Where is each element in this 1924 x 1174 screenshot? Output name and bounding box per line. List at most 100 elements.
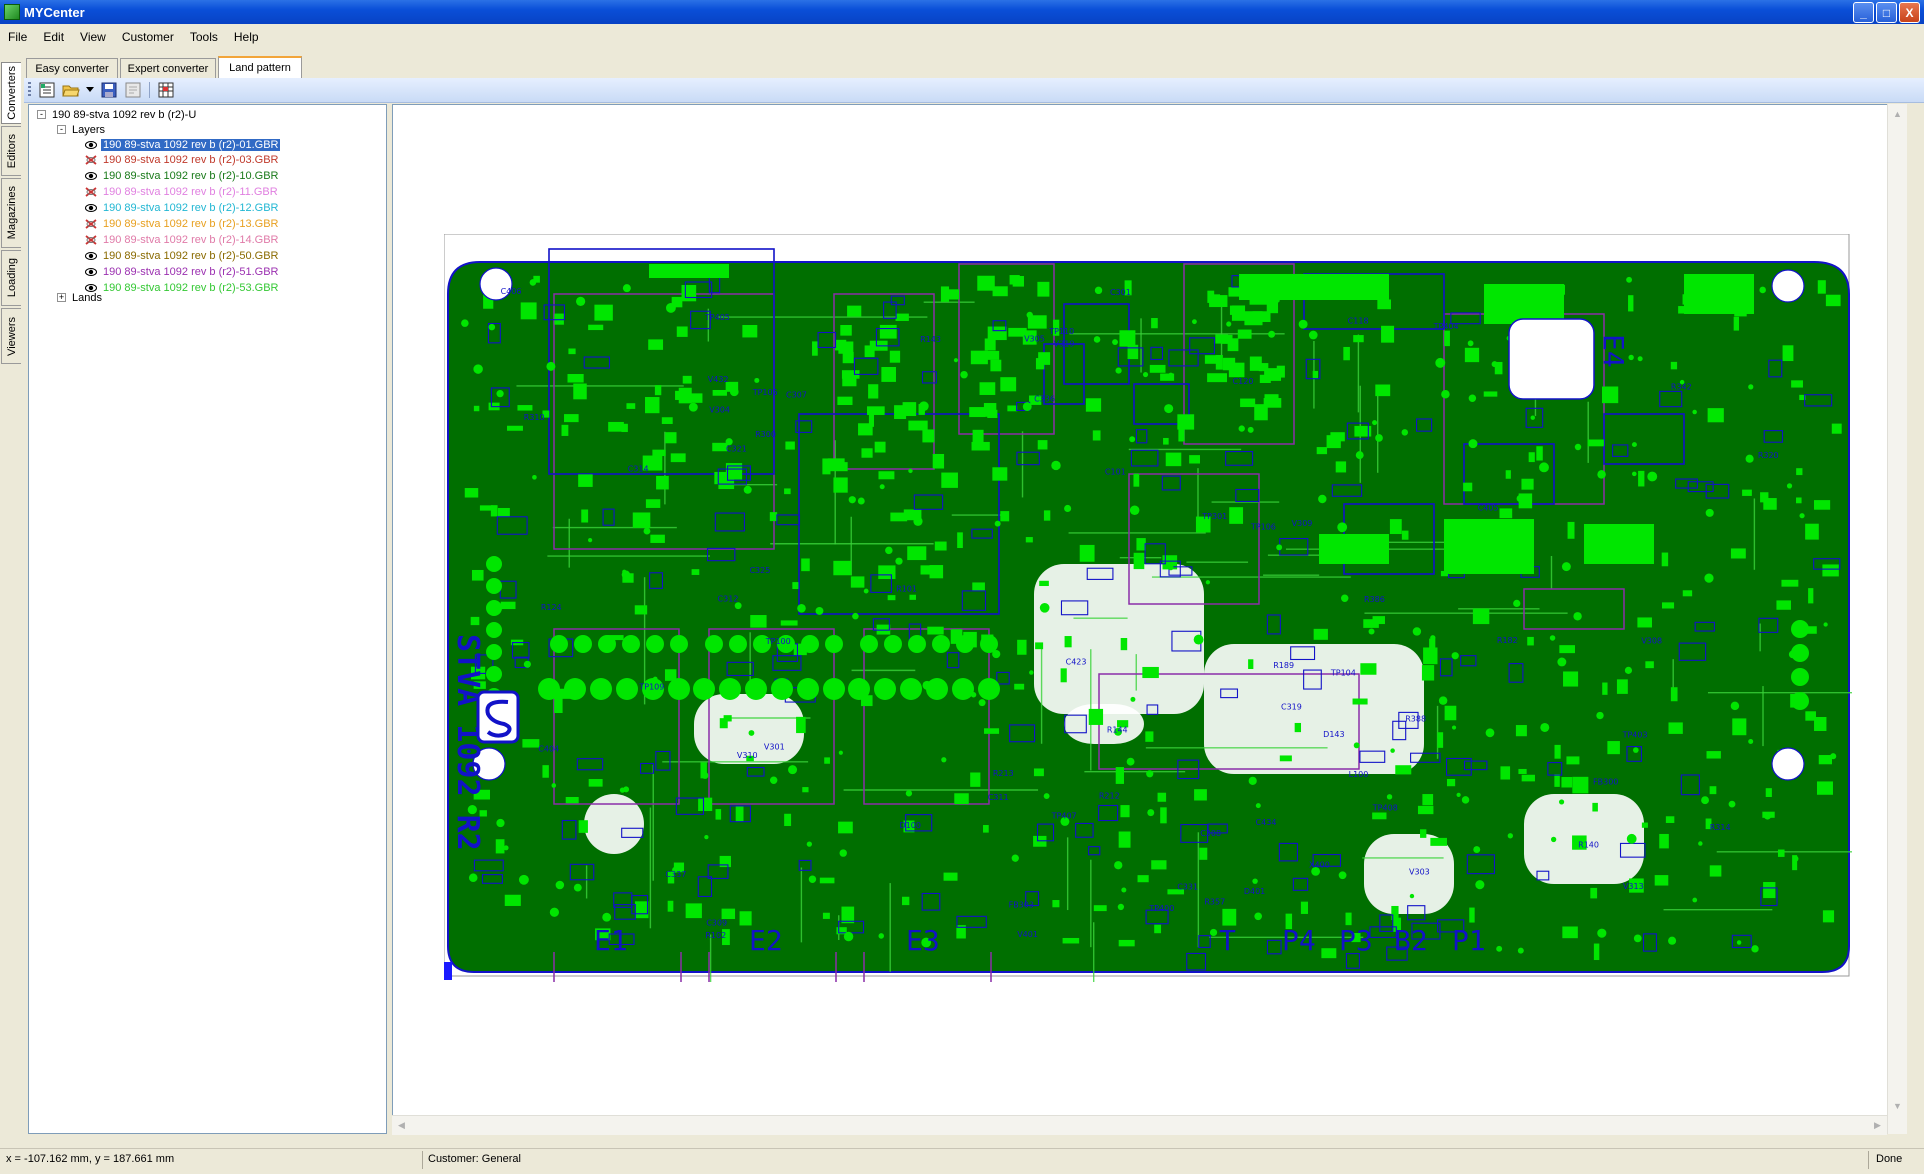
- tree-root-label[interactable]: 190 89-stva 1092 rev b (r2)-U: [50, 109, 198, 121]
- layer-name[interactable]: 190 89-stva 1092 rev b (r2)-53.GBR: [101, 282, 280, 294]
- layer-name[interactable]: 190 89-stva 1092 rev b (r2)-50.GBR: [101, 250, 280, 262]
- via: [602, 912, 612, 922]
- hidden-layer-icon[interactable]: [85, 187, 97, 198]
- via: [701, 772, 709, 779]
- eye-icon[interactable]: [85, 171, 97, 182]
- smd-pad: [1276, 365, 1285, 378]
- tree-layers-node[interactable]: - Layers: [57, 122, 107, 137]
- layer-item[interactable]: 190 89-stva 1092 rev b (r2)-10.GBR: [85, 169, 280, 184]
- menu-view[interactable]: View: [72, 26, 114, 48]
- smd-pad: [564, 414, 579, 423]
- pcb-drawing[interactable]: TP109 TP110 D100 R101 C101 R212 R213 TP405 TP404…: [444, 234, 1852, 982]
- tab-easy-converter[interactable]: Easy converter: [26, 58, 118, 78]
- via: [729, 387, 739, 397]
- vertical-scrollbar[interactable]: ▲ ▼: [1887, 104, 1907, 1134]
- minimize-button[interactable]: _: [1853, 2, 1874, 23]
- toolbar-grip[interactable]: [28, 82, 31, 98]
- layer-item[interactable]: 190 89-stva 1092 rev b (r2)-01.GBR: [85, 137, 281, 152]
- dropdown-arrow-icon[interactable]: [85, 81, 95, 99]
- smd-pad: [1661, 552, 1669, 567]
- menu-help[interactable]: Help: [226, 26, 267, 48]
- side-tab-loading[interactable]: Loading: [1, 250, 21, 306]
- refdes-label: C314: [628, 464, 649, 473]
- smd-pad: [1035, 642, 1044, 650]
- refdes-label: TP106: [1250, 523, 1276, 532]
- layer-item[interactable]: 190 89-stva 1092 rev b (r2)-53.GBR: [85, 280, 280, 295]
- close-button[interactable]: X: [1899, 2, 1920, 23]
- layers-label[interactable]: Layers: [70, 124, 107, 136]
- scroll-left-icon[interactable]: ◀: [393, 1117, 410, 1134]
- header-pin: [874, 678, 896, 700]
- refdes-label: R182: [1497, 636, 1518, 645]
- via: [797, 604, 806, 613]
- eye-icon[interactable]: [85, 266, 97, 277]
- layer-item[interactable]: 190 89-stva 1092 rev b (r2)-14.GBR: [85, 232, 280, 247]
- header-pin: [550, 635, 568, 653]
- smd-pad: [1645, 661, 1654, 669]
- side-tab-converters[interactable]: Converters: [1, 62, 21, 124]
- via: [551, 783, 557, 788]
- tab-expert-converter[interactable]: Expert converter: [120, 58, 216, 78]
- scroll-down-icon[interactable]: ▼: [1889, 1097, 1906, 1114]
- layer-item[interactable]: 190 89-stva 1092 rev b (r2)-11.GBR: [85, 185, 280, 200]
- layer-name[interactable]: 190 89-stva 1092 rev b (r2)-10.GBR: [101, 170, 280, 182]
- layer-name[interactable]: 190 89-stva 1092 rev b (r2)-03.GBR: [101, 154, 280, 166]
- smd-pad: [1422, 794, 1434, 806]
- smd-pad: [1133, 473, 1140, 487]
- via: [1763, 812, 1772, 820]
- collapse-icon[interactable]: -: [37, 110, 46, 119]
- layer-name[interactable]: 190 89-stva 1092 rev b (r2)-01.GBR: [101, 138, 281, 151]
- tree-root[interactable]: - 190 89-stva 1092 rev b (r2)-U: [37, 107, 198, 122]
- smd-pad: [841, 906, 855, 924]
- header-pin: [1791, 620, 1809, 638]
- smd-pad: [861, 448, 873, 458]
- layer-item[interactable]: 190 89-stva 1092 rev b (r2)-51.GBR: [85, 264, 280, 279]
- hidden-layer-icon[interactable]: [85, 155, 97, 166]
- hidden-layer-icon[interactable]: [85, 234, 97, 245]
- header-pin: [1791, 668, 1809, 686]
- via: [1167, 372, 1174, 379]
- properties-icon[interactable]: [123, 81, 143, 99]
- side-tab-viewers[interactable]: Viewers: [1, 308, 21, 364]
- eye-icon[interactable]: [85, 139, 97, 150]
- scroll-up-icon[interactable]: ▲: [1889, 105, 1906, 122]
- grid-view-icon[interactable]: [156, 81, 176, 99]
- via: [665, 302, 676, 313]
- collapse-icon[interactable]: -: [57, 125, 66, 134]
- refdes-label: FB303: [1009, 901, 1034, 910]
- tab-land-pattern[interactable]: Land pattern: [218, 56, 302, 78]
- horizontal-scrollbar[interactable]: ◀ ▶: [392, 1115, 1887, 1135]
- menu-tools[interactable]: Tools: [182, 26, 226, 48]
- layer-name[interactable]: 190 89-stva 1092 rev b (r2)-13.GBR: [101, 218, 280, 230]
- menu-file[interactable]: File: [0, 26, 35, 48]
- layer-name[interactable]: 190 89-stva 1092 rev b (r2)-12.GBR: [101, 202, 280, 214]
- layer-item[interactable]: 190 89-stva 1092 rev b (r2)-12.GBR: [85, 201, 280, 216]
- eye-icon[interactable]: [85, 250, 97, 261]
- lands-label[interactable]: Lands: [70, 292, 104, 304]
- layer-name[interactable]: 190 89-stva 1092 rev b (r2)-51.GBR: [101, 266, 280, 278]
- menu-edit[interactable]: Edit: [35, 26, 72, 48]
- hidden-layer-icon[interactable]: [85, 219, 97, 230]
- layer-item[interactable]: 190 89-stva 1092 rev b (r2)-03.GBR: [85, 153, 280, 168]
- eye-icon[interactable]: [85, 203, 97, 214]
- maximize-button[interactable]: □: [1876, 2, 1897, 23]
- via: [1129, 436, 1136, 443]
- menu-customer[interactable]: Customer: [114, 26, 182, 48]
- open-icon[interactable]: [61, 81, 81, 99]
- side-tab-magazines[interactable]: Magazines: [1, 178, 21, 248]
- via: [1468, 394, 1477, 402]
- save-icon[interactable]: [99, 81, 119, 99]
- smd-pad: [497, 507, 510, 518]
- side-tab-editors[interactable]: Editors: [1, 126, 21, 176]
- layer-item[interactable]: 190 89-stva 1092 rev b (r2)-13.GBR: [85, 217, 280, 232]
- via: [838, 750, 843, 755]
- layer-name[interactable]: 190 89-stva 1092 rev b (r2)-11.GBR: [101, 186, 280, 198]
- expand-icon[interactable]: +: [57, 293, 66, 302]
- layer-name[interactable]: 190 89-stva 1092 rev b (r2)-14.GBR: [101, 234, 280, 246]
- via: [839, 849, 847, 857]
- layer-item[interactable]: 190 89-stva 1092 rev b (r2)-50.GBR: [85, 248, 280, 263]
- new-icon[interactable]: [37, 81, 57, 99]
- tree-lands-node[interactable]: + Lands: [57, 290, 104, 305]
- smd-pad: [1572, 776, 1589, 794]
- scroll-right-icon[interactable]: ▶: [1869, 1117, 1886, 1134]
